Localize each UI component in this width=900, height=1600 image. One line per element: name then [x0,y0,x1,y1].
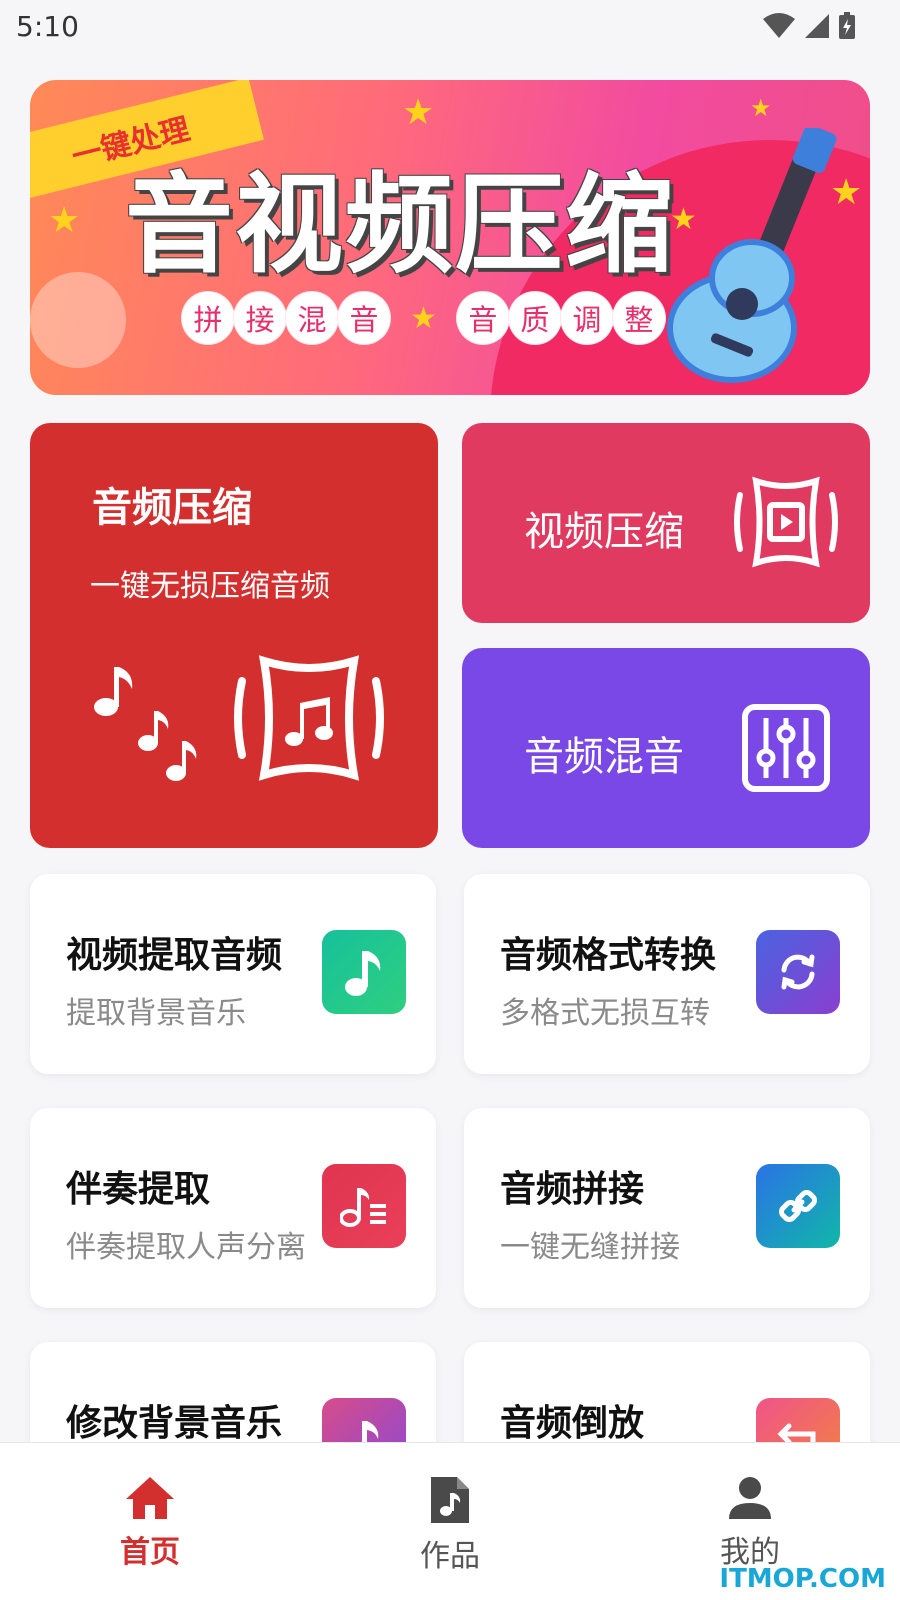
music-notes-icon [94,667,197,781]
banner-headline: 音视频压缩 [125,163,676,288]
star-icon: ★ [402,92,435,133]
tool-card-audio-splice[interactable]: 音频拼接 一键无缝拼接 [464,1108,870,1308]
person-icon [729,1477,771,1519]
tool-subtitle: 伴奏提取人声分离 [66,1230,306,1265]
card-title: 音频混音 [524,734,684,780]
promo-banner[interactable]: ★ ★ ★ ★ ★ 一键处理 音视频压缩 拼 接 混 音 ★ 音 质 调 整 [30,80,870,395]
tag-group-quality: 音 质 调 整 [456,292,665,344]
star-icon: ★ [48,200,81,241]
tool-title: 伴奏提取 [66,1169,211,1210]
signal-icon [805,14,829,38]
tag-char: 整 [612,292,665,344]
audio-compress-card[interactable]: 音频压缩 一键无损压缩音频 [30,423,438,848]
tag-char: 拼 [182,292,234,344]
card-subtitle: 一键无损压缩音频 [90,569,330,604]
banner-tags: 拼 接 混 音 ★ 音 质 调 整 [182,292,665,344]
playlist-icon [322,1164,406,1248]
star-icon: ★ [750,94,772,122]
vinyl-disc-icon [30,272,126,368]
card-title: 视频压缩 [524,509,684,555]
video-frame-icon [734,476,838,568]
tab-home[interactable]: 首页 [0,1443,300,1600]
star-icon: ★ [410,300,437,336]
tag-char: 调 [560,292,613,344]
status-time: 5:10 [16,9,79,43]
video-compress-card[interactable]: 视频压缩 [462,423,870,623]
status-bar: 5:10 [0,0,900,52]
tag-char: 音 [456,292,509,344]
tool-subtitle: 提取背景音乐 [66,996,246,1031]
tool-title: 音频拼接 [500,1169,645,1210]
tag-char: 音 [338,292,390,344]
tool-card-extract-audio[interactable]: 视频提取音频 提取背景音乐 [30,874,436,1074]
tool-title: 音频倒放 [500,1403,645,1444]
sync-icon [756,930,840,1014]
music-file-icon [431,1477,469,1523]
audio-mix-card[interactable]: 音频混音 [462,648,870,848]
tool-subtitle: 一键无缝拼接 [500,1230,680,1265]
tab-label: 作品 [420,1539,480,1574]
tool-subtitle: 多格式无损互转 [500,996,710,1031]
card-title: 音频压缩 [92,485,252,531]
tool-card-format-convert[interactable]: 音频格式转换 多格式无损互转 [464,874,870,1074]
tag-char: 混 [286,292,338,344]
tool-title: 视频提取音频 [66,935,283,976]
equalizer-icon [742,704,830,792]
wifi-icon [763,13,795,38]
tag-char: 接 [234,292,286,344]
link-icon [756,1164,840,1248]
tool-title: 修改背景音乐 [66,1403,283,1444]
home-icon [126,1477,174,1519]
tab-works[interactable]: 作品 [300,1443,600,1600]
audio-frame-icon [234,655,384,781]
tool-card-accompaniment[interactable]: 伴奏提取 伴奏提取人声分离 [30,1108,436,1308]
watermark: ITMOP.COM [719,1564,886,1594]
status-icons [762,12,856,40]
music-note-icon [322,930,406,1014]
tag-group-splice-mix: 拼 接 混 音 [182,292,390,344]
tab-label: 首页 [120,1535,180,1570]
tag-char: 质 [508,292,561,344]
battery-icon [839,12,855,39]
tool-title: 音频格式转换 [500,935,717,976]
